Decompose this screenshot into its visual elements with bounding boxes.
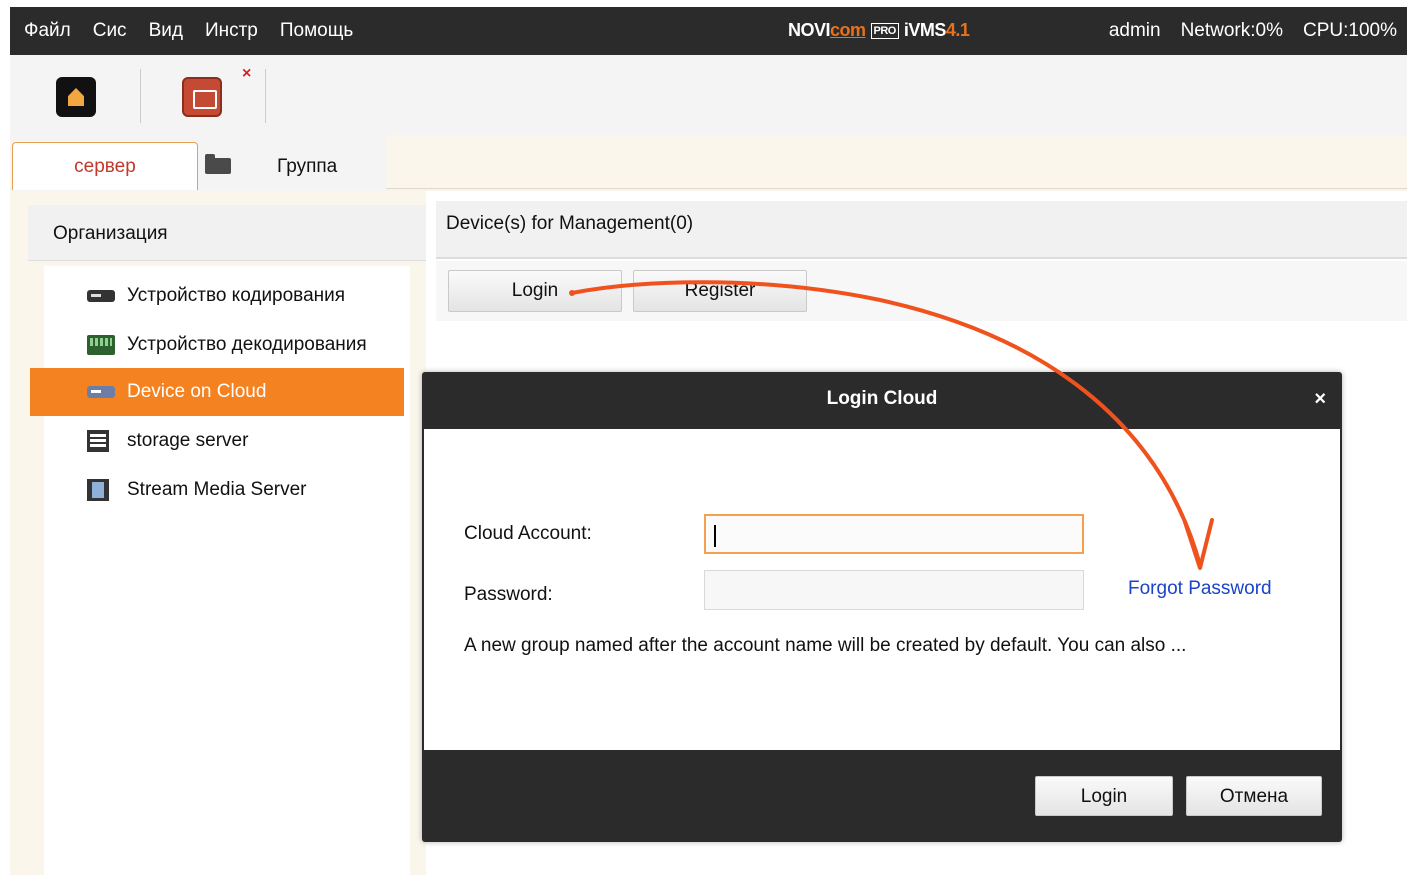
storage-server-icon <box>87 430 109 452</box>
home-icon[interactable] <box>56 77 96 117</box>
password-label: Password: <box>464 584 553 605</box>
menu-tools[interactable]: Инстр <box>205 20 258 42</box>
close-icon[interactable]: × <box>1314 388 1326 411</box>
tab-group-label: Группа <box>277 156 338 177</box>
dialog-login-button[interactable]: Login <box>1035 776 1173 816</box>
tree-item-label: Устройство кодирования <box>127 285 346 306</box>
status-area: admin Network:0% CPU:100% <box>1109 20 1397 42</box>
tab-bar: сервер Группа <box>10 135 1407 191</box>
password-input[interactable] <box>704 570 1084 610</box>
menu-file[interactable]: Файл <box>24 20 71 42</box>
dialog-body: Cloud Account: Password: Forgot Password… <box>424 429 1340 750</box>
app-logo: NOVI com PRO iVMS 4.1 <box>788 20 970 40</box>
menu-items: Файл Сис Вид Инстр Помощь <box>24 20 375 42</box>
toolbar-divider <box>140 69 141 123</box>
register-button[interactable]: Register <box>633 270 807 312</box>
close-tab-icon[interactable]: × <box>242 65 251 83</box>
text-caret <box>714 525 716 547</box>
cpu-status: CPU:100% <box>1303 20 1397 41</box>
tree-item-encoder[interactable]: Устройство кодирования <box>44 272 406 320</box>
tree-item-label: Stream Media Server <box>127 479 307 500</box>
tab-group[interactable]: Группа <box>205 142 385 190</box>
tab-server[interactable]: сервер <box>12 142 198 190</box>
forgot-password-link[interactable]: Forgot Password <box>1128 578 1272 600</box>
tree-item-label: Устройство декодирования <box>127 334 367 355</box>
login-cloud-dialog: Login Cloud × Cloud Account: Password: F… <box>422 372 1342 842</box>
dialog-title: Login Cloud <box>826 388 938 409</box>
menu-view[interactable]: Вид <box>149 20 183 42</box>
tree-item-label: storage server <box>127 430 249 451</box>
folder-icon <box>205 154 231 174</box>
device-list-header: Device(s) for Management(0) <box>436 201 1407 259</box>
toolbar: × <box>10 55 1407 135</box>
stream-media-server-icon <box>87 479 109 501</box>
tree-item-stream-media-server[interactable]: Stream Media Server <box>44 466 406 514</box>
cloud-device-icon <box>87 386 115 398</box>
device-type-tree: Устройство кодирования Устройство декоди… <box>30 266 410 875</box>
device-list-button-bar: Login Register <box>436 261 1407 321</box>
device-management-icon[interactable] <box>182 77 222 117</box>
cloud-account-label: Cloud Account: <box>464 523 592 544</box>
tree-item-storage-server[interactable]: storage server <box>44 417 406 465</box>
encoder-device-icon <box>87 290 115 302</box>
dialog-hint-text: A new group named after the account name… <box>464 635 1187 656</box>
tree-item-label: Device on Cloud <box>127 381 267 402</box>
organization-panel: Организация Устройство кодирования Устро… <box>10 191 426 875</box>
tree-item-device-on-cloud[interactable]: Device on Cloud <box>30 368 404 416</box>
tab-bar-filler <box>386 135 1407 189</box>
menu-system[interactable]: Сис <box>93 20 127 42</box>
organization-title: Организация <box>53 223 168 244</box>
cloud-account-input[interactable] <box>704 514 1084 554</box>
user-name[interactable]: admin <box>1109 20 1161 42</box>
menu-help[interactable]: Помощь <box>280 20 353 42</box>
toolbar-divider <box>265 69 266 123</box>
tree-item-decoder[interactable]: Устройство декодирования <box>44 321 406 369</box>
dialog-cancel-button[interactable]: Отмена <box>1186 776 1322 816</box>
organization-header: Организация <box>28 205 426 261</box>
decoder-device-icon <box>87 335 115 355</box>
device-list-title: Device(s) for Management(0) <box>446 213 694 234</box>
login-button[interactable]: Login <box>448 270 622 312</box>
menu-bar: Файл Сис Вид Инстр Помощь NOVI com PRO iVMS… <box>10 7 1407 55</box>
network-status: Network:0% <box>1180 20 1283 41</box>
